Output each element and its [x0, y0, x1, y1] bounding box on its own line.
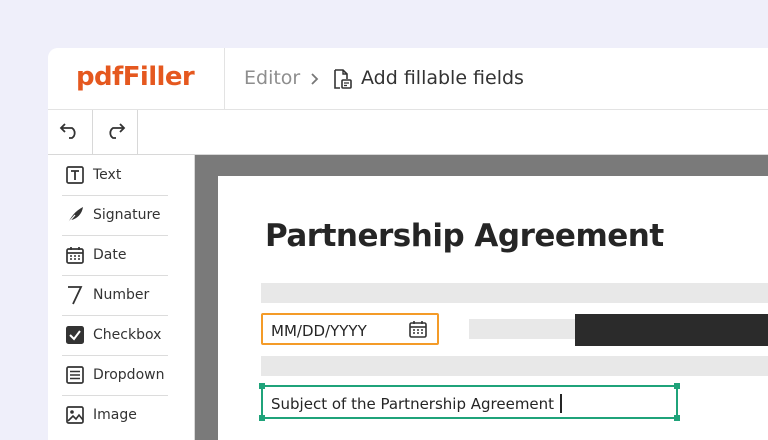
document-title: Partnership Agreement — [265, 218, 664, 254]
editor-window: pdfFiller Editor Add fillable fields Tex… — [48, 48, 768, 440]
header: pdfFiller Editor Add fillable fields — [48, 48, 768, 110]
subject-text: Subject of the Partnership Agreement — [271, 395, 555, 413]
checkbox-icon — [65, 325, 85, 345]
resize-handle[interactable] — [259, 415, 265, 421]
document-page: Partnership Agreement MM/DD/YYYY Subject… — [218, 176, 768, 440]
calendar-icon — [65, 245, 85, 265]
tool-label: Dropdown — [93, 367, 165, 383]
tool-signature[interactable]: Signature — [62, 195, 168, 236]
fillable-form-icon — [331, 68, 353, 94]
text-cursor — [560, 394, 562, 413]
redacted-block — [575, 314, 768, 346]
redo-button[interactable] — [93, 110, 138, 154]
toolbar — [48, 110, 768, 155]
placeholder-line — [469, 319, 579, 339]
tool-image[interactable]: Image — [62, 395, 168, 435]
document-canvas: Partnership Agreement MM/DD/YYYY Subject… — [195, 155, 768, 440]
image-icon — [65, 405, 85, 425]
chevron-right-icon — [310, 71, 320, 90]
date-field-placeholder: MM/DD/YYYY — [271, 322, 367, 340]
app-logo[interactable]: pdfFiller — [76, 62, 195, 92]
tool-checkbox[interactable]: Checkbox — [62, 315, 168, 356]
dropdown-icon — [65, 365, 85, 385]
undo-button[interactable] — [48, 110, 93, 154]
text-box-icon — [65, 165, 85, 185]
tool-number[interactable]: Number — [62, 275, 168, 316]
breadcrumb-current-page: Add fillable fields — [361, 67, 524, 89]
date-field[interactable]: MM/DD/YYYY — [261, 313, 439, 345]
resize-handle[interactable] — [674, 415, 680, 421]
tool-text[interactable]: Text — [62, 155, 168, 196]
tool-label: Checkbox — [93, 327, 162, 343]
subject-text-field[interactable]: Subject of the Partnership Agreement — [259, 383, 680, 421]
placeholder-line — [261, 283, 768, 303]
tool-label: Date — [93, 247, 127, 263]
tool-label: Text — [93, 167, 122, 183]
tool-date[interactable]: Date — [62, 235, 168, 276]
feather-pen-icon — [65, 205, 85, 225]
breadcrumb-editor[interactable]: Editor — [244, 67, 300, 89]
resize-handle[interactable] — [674, 383, 680, 389]
subject-field-value: Subject of the Partnership Agreement — [271, 394, 562, 413]
tool-label: Number — [93, 287, 150, 303]
tool-dropdown[interactable]: Dropdown — [62, 355, 168, 396]
resize-handle[interactable] — [259, 383, 265, 389]
redo-icon — [104, 121, 126, 143]
undo-icon — [59, 121, 81, 143]
placeholder-line — [261, 356, 768, 376]
tool-label: Signature — [93, 207, 161, 223]
number-seven-icon — [65, 285, 85, 305]
header-divider — [224, 48, 225, 109]
calendar-icon[interactable] — [409, 320, 427, 342]
field-tools-sidebar: Text Signature Date Number Checkbox Drop… — [48, 155, 195, 440]
tool-label: Image — [93, 407, 137, 423]
